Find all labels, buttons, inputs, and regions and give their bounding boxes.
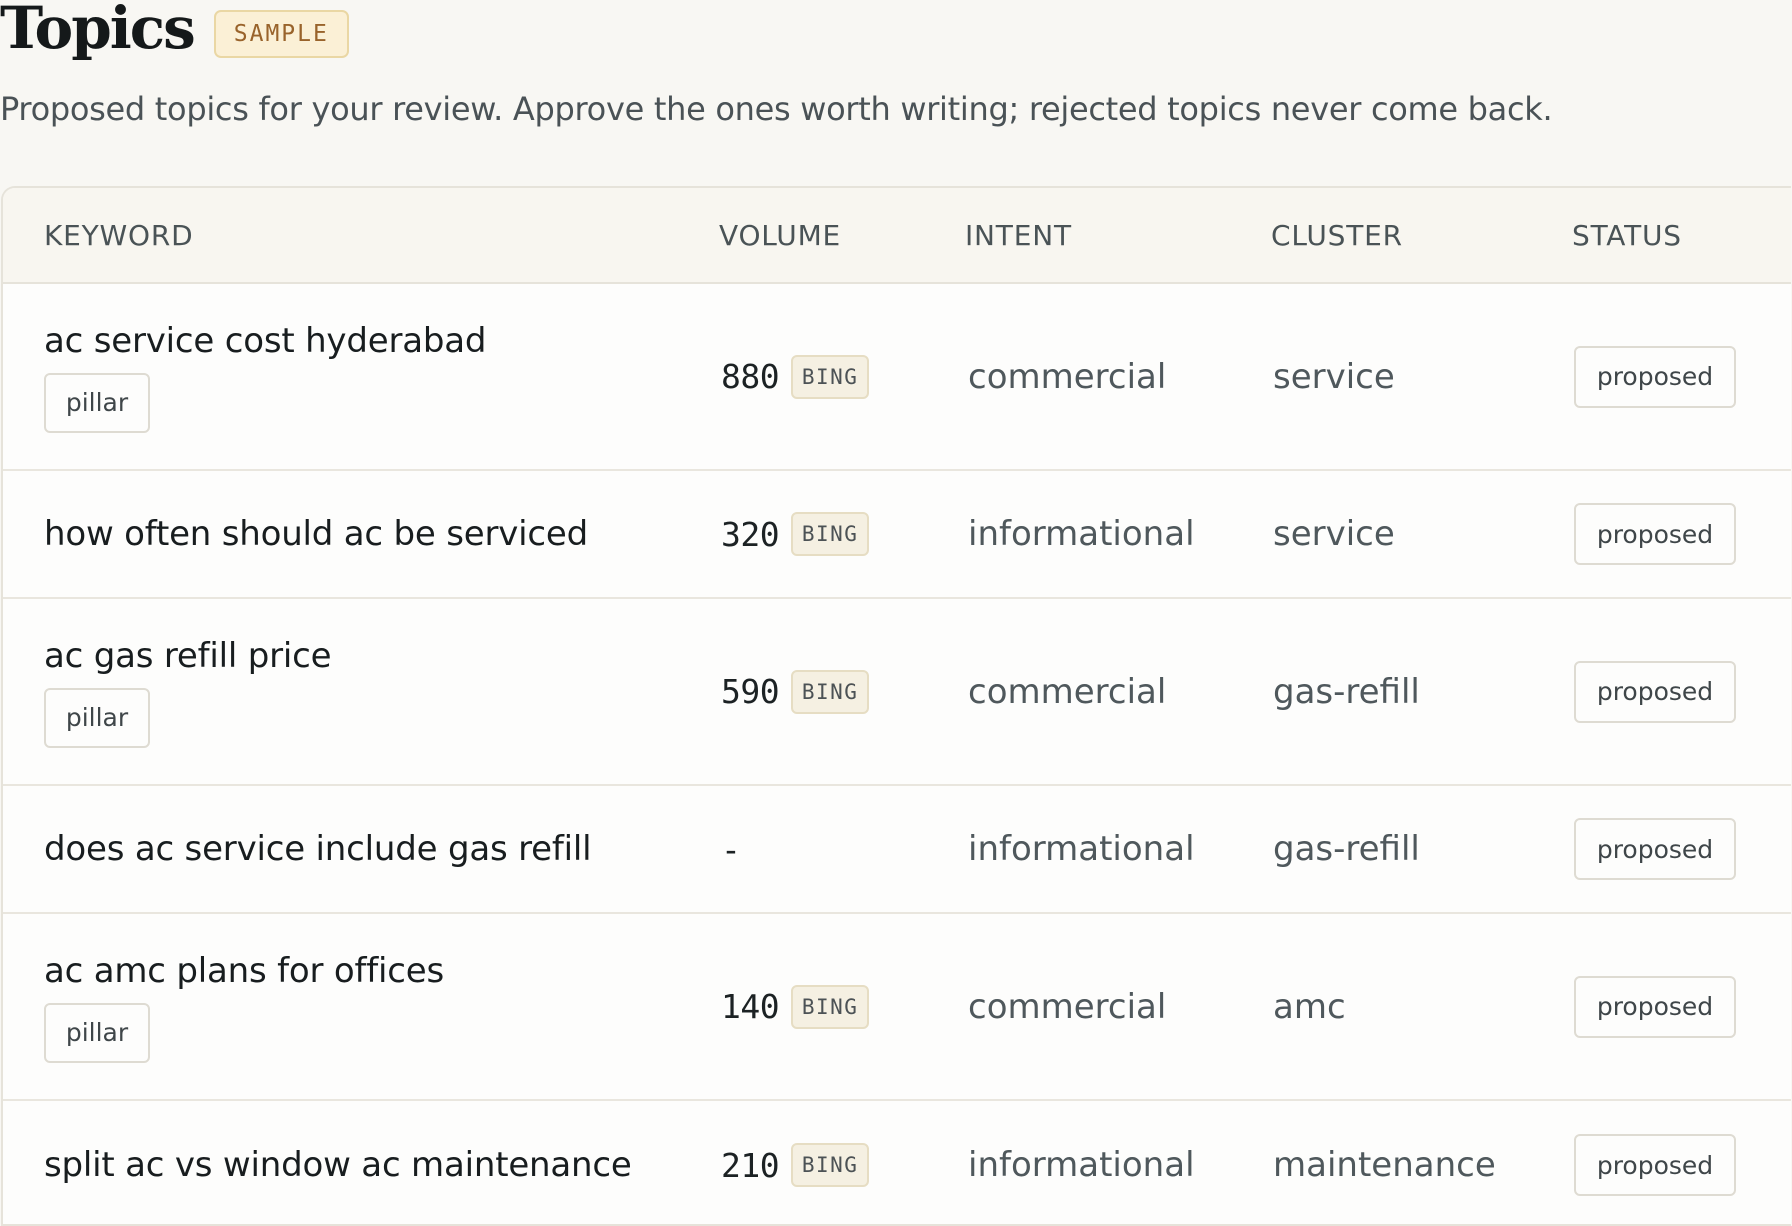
volume-cell: 140 BING [721, 914, 870, 1099]
volume-cell: 590 BING [721, 599, 870, 784]
status-cell: proposed [1574, 471, 1736, 597]
status-cell: proposed [1574, 786, 1736, 912]
status-button[interactable]: proposed [1574, 660, 1736, 723]
volume-cell: 880 BING [721, 284, 870, 469]
intent-cell: commercial [968, 671, 1167, 712]
column-header-volume: VOLUME [719, 218, 842, 252]
keyword-text: ac service cost hyderabad [44, 320, 487, 361]
volume-cell: - [721, 786, 741, 912]
pillar-tag: pillar [44, 1002, 150, 1063]
status-cell: proposed [1574, 284, 1736, 469]
topics-page: Topics SAMPLE Proposed topics for your r… [0, 0, 1792, 1226]
volume-value: 320 [721, 514, 780, 554]
source-badge: BING [791, 1143, 870, 1187]
volume-value: 590 [721, 672, 780, 711]
source-badge: BING [791, 984, 870, 1029]
table-row: split ac vs window ac maintenance 210 BI… [3, 1101, 1791, 1224]
source-badge: BING [791, 354, 870, 399]
keyword-cell: does ac service include gas refill [44, 786, 592, 912]
keyword-text: split ac vs window ac maintenance [44, 1145, 632, 1185]
keyword-text: ac gas refill price [44, 635, 332, 676]
status-button[interactable]: proposed [1574, 345, 1736, 408]
intent-cell: informational [968, 514, 1195, 554]
volume-cell: 210 BING [721, 1101, 870, 1224]
column-header-intent: INTENT [965, 218, 1072, 252]
volume-value: 140 [721, 987, 780, 1026]
keyword-cell: ac gas refill price pillar [44, 599, 332, 784]
table-row: how often should ac be serviced 320 BING… [3, 471, 1791, 599]
cluster-cell: maintenance [1273, 1145, 1496, 1185]
pillar-tag: pillar [44, 687, 150, 748]
cluster-cell: amc [1273, 986, 1346, 1027]
cluster-cell: service [1273, 356, 1395, 397]
column-header-keyword: KEYWORD [44, 218, 194, 252]
intent-cell: commercial [968, 356, 1167, 397]
table-header: KEYWORD VOLUME INTENT CLUSTER STATUS [3, 188, 1791, 284]
status-button[interactable]: proposed [1574, 818, 1736, 880]
intent-cell: informational [968, 1145, 1195, 1185]
title-row: Topics SAMPLE [0, 0, 349, 58]
pillar-tag: pillar [44, 372, 150, 433]
sample-badge: SAMPLE [213, 10, 349, 58]
keyword-cell: ac service cost hyderabad pillar [44, 284, 486, 469]
cluster-cell: gas-refill [1273, 829, 1420, 869]
column-header-cluster: CLUSTER [1271, 218, 1403, 252]
intent-cell: informational [968, 829, 1195, 869]
source-badge: BING [791, 512, 870, 556]
keyword-cell: ac amc plans for offices pillar [44, 914, 444, 1099]
volume-value: 880 [721, 357, 780, 396]
table-row: does ac service include gas refill - inf… [3, 786, 1791, 914]
status-button[interactable]: proposed [1574, 503, 1736, 565]
volume-cell: 320 BING [721, 471, 870, 597]
cluster-cell: service [1273, 514, 1395, 554]
table-row: ac gas refill price pillar 590 BING comm… [3, 599, 1791, 786]
table-row: ac amc plans for offices pillar 140 BING… [3, 914, 1791, 1101]
topics-table: KEYWORD VOLUME INTENT CLUSTER STATUS ac … [1, 186, 1791, 1226]
volume-value: 210 [721, 1145, 780, 1185]
status-cell: proposed [1574, 599, 1736, 784]
status-button[interactable]: proposed [1574, 975, 1736, 1038]
intent-cell: commercial [968, 986, 1167, 1027]
page-title: Topics [0, 0, 196, 62]
keyword-text: ac amc plans for offices [44, 950, 444, 991]
keyword-cell: split ac vs window ac maintenance [44, 1101, 632, 1224]
status-cell: proposed [1574, 1101, 1736, 1224]
status-cell: proposed [1574, 914, 1736, 1099]
page-subtitle: Proposed topics for your review. Approve… [0, 90, 1553, 128]
source-badge: BING [791, 669, 870, 714]
cluster-cell: gas-refill [1273, 671, 1420, 712]
status-button[interactable]: proposed [1574, 1134, 1736, 1196]
table-row: ac service cost hyderabad pillar 880 BIN… [3, 284, 1791, 471]
keyword-text: how often should ac be serviced [44, 514, 589, 554]
keyword-text: does ac service include gas refill [44, 829, 592, 869]
volume-value: - [721, 829, 741, 869]
keyword-cell: how often should ac be serviced [44, 471, 588, 597]
column-header-status: STATUS [1572, 218, 1682, 252]
